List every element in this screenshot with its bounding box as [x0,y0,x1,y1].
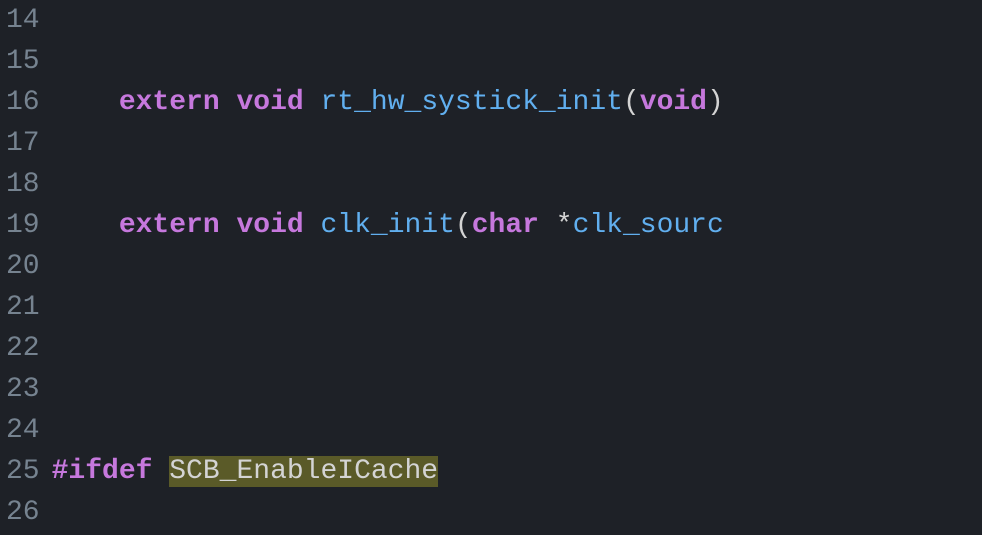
preprocessor-ifdef: #ifdef [52,456,153,487]
line-number: 16 [6,82,40,123]
indent [52,210,119,241]
keyword-extern: extern [119,210,220,241]
paren: ) [707,87,724,118]
code-line[interactable]: extern void rt_hw_systick_init(void) [52,82,982,123]
keyword-void: void [236,87,303,118]
function-name: clk_init [321,210,455,241]
code-editor[interactable]: 14 15 16 17 18 19 20 21 22 23 24 25 26 e… [0,0,982,535]
symbol-highlighted: SCB_EnableICache [169,456,438,487]
line-number-gutter: 14 15 16 17 18 19 20 21 22 23 24 25 26 [0,0,52,535]
line-number: 18 [6,164,40,205]
line-number: 26 [6,492,40,533]
line-number: 19 [6,205,40,246]
code-line[interactable]: extern void clk_init(char *clk_sourc [52,205,982,246]
line-number: 23 [6,369,40,410]
line-number: 24 [6,410,40,451]
code-content[interactable]: extern void rt_hw_systick_init(void) ext… [52,0,982,535]
indent [52,87,119,118]
line-number: 22 [6,328,40,369]
keyword-extern: extern [119,87,220,118]
line-number: 17 [6,123,40,164]
keyword-void: void [640,87,707,118]
keyword-char: char [472,210,539,241]
paren: ( [455,210,472,241]
line-number: 20 [6,246,40,287]
code-line[interactable]: #ifdef SCB_EnableICache [52,451,982,492]
paren: ( [623,87,640,118]
operator-star: * [539,210,573,241]
keyword-void: void [236,210,303,241]
line-number: 15 [6,41,40,82]
code-line-empty[interactable] [52,328,982,369]
line-number: 14 [6,0,40,41]
line-number: 25 [6,451,40,492]
line-number: 21 [6,287,40,328]
function-name: rt_hw_systick_init [321,87,623,118]
space [152,456,169,487]
parameter: clk_sourc [573,210,724,241]
